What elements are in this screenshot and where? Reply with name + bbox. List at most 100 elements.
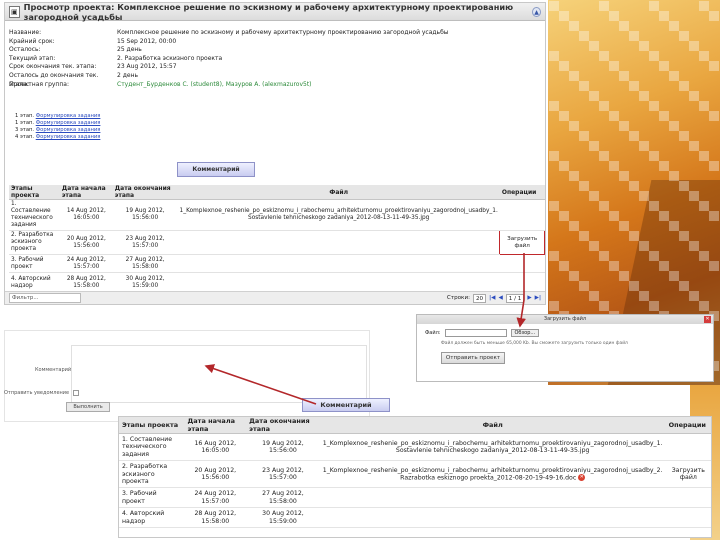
cell-start: 20 Aug 2012, 15:56:00	[184, 460, 247, 489]
stage-link[interactable]: Формулировка задания	[36, 134, 101, 140]
comment-button[interactable]: Комментарий	[177, 162, 255, 177]
comment-textarea[interactable]	[71, 345, 367, 403]
file-link[interactable]: 1_Komplexnoe_reshenie_po_eskiznomu_i_rab…	[323, 440, 663, 454]
cell-file[interactable]: 1_Komplexnoe_reshenie_po_eskiznomu_i_rab…	[319, 433, 666, 462]
close-icon[interactable]: ✕	[704, 316, 711, 323]
stage-link[interactable]: Формулировка задания	[36, 127, 101, 133]
mosaic-tile	[599, 1, 609, 11]
table-row[interactable]: 4. Авторский надзор 28 Aug 2012, 15:58:00…	[119, 507, 711, 529]
send-project-button[interactable]: Отправить проект	[441, 352, 505, 364]
filter-input[interactable]: Фильтр...	[9, 293, 81, 303]
table-row[interactable]: 3. Рабочий проект 24 Aug 2012, 15:57:00 27…	[9, 254, 545, 273]
table-row[interactable]: 2. Разработка эскизного проекта 20 Aug 20…	[119, 460, 711, 489]
table-row[interactable]: 1. Составление технического задания 14 Au…	[9, 199, 545, 231]
prev-page-icon[interactable]: ◀	[498, 295, 502, 301]
table-row[interactable]: 2. Разработка эскизного проекта 20 Aug 20…	[9, 230, 545, 255]
mosaic-tile	[609, 61, 619, 71]
mosaic-tile	[579, 281, 589, 291]
mosaic-tile	[699, 301, 709, 311]
col-file[interactable]: Файл	[319, 417, 666, 434]
table-row[interactable]: 4. Авторский надзор 28 Aug 2012, 15:58:00…	[9, 272, 545, 293]
stage-link[interactable]: Формулировка задания	[36, 120, 101, 126]
mosaic-tile	[659, 161, 669, 171]
first-page-icon[interactable]: |◀	[489, 295, 495, 301]
mosaic-tile	[549, 201, 559, 211]
upload-window: Загрузить файл ✕ Файл: Обзор... Файл дол…	[416, 314, 714, 382]
cell-stage: 2. Разработка эскизного проекта	[9, 230, 60, 255]
cell-ops[interactable]: Загрузить файл	[665, 460, 711, 489]
mosaic-tile	[709, 111, 719, 121]
last-page-icon[interactable]: ▶|	[535, 295, 541, 301]
mosaic-tile	[669, 121, 679, 131]
mosaic-tile	[599, 51, 609, 61]
window-titlebar: ▣ Просмотр проекта: Комплексное решение …	[5, 1, 545, 22]
mosaic-tile	[569, 221, 579, 231]
next-page-icon[interactable]: ▶	[527, 295, 531, 301]
pagination: Строки: 20 |◀ ◀ 1 / 1 ▶ ▶|	[447, 293, 545, 303]
cell-file[interactable]	[177, 272, 500, 293]
mosaic-tile	[709, 61, 719, 71]
mosaic-tile	[689, 291, 699, 301]
upload-file-link[interactable]: Загрузить файл	[499, 230, 545, 255]
delete-icon[interactable]: ✕	[578, 474, 586, 482]
mosaic-tile	[579, 81, 589, 91]
table-row[interactable]: 1. Составление технического задания 16 Au…	[119, 433, 711, 462]
mosaic-tile	[709, 161, 719, 171]
stage-item: 1 этап. Формулировка задания	[15, 113, 100, 120]
col-ops[interactable]: Операции	[499, 185, 545, 200]
stage-link[interactable]: Формулировка задания	[36, 113, 101, 119]
notify-checkbox[interactable]	[73, 390, 80, 396]
mosaic-tile	[549, 151, 559, 161]
cell-file[interactable]	[319, 487, 666, 509]
col-start[interactable]: Дата начала этапа	[184, 417, 247, 434]
cell-file[interactable]	[177, 254, 500, 273]
table-row[interactable]: 3. Рабочий проект 24 Aug 2012, 15:57:00 27…	[119, 487, 711, 509]
col-end[interactable]: Дата окончания этапа	[246, 417, 320, 434]
mosaic-tile	[689, 141, 699, 151]
mosaic-tile	[639, 241, 649, 251]
cell-file[interactable]: 1_Komplexnoe_reshenie_po_eskiznomu_i_rab…	[319, 460, 666, 489]
execute-button[interactable]: Выполнить	[66, 402, 110, 412]
mosaic-tile	[709, 261, 719, 271]
stage-num: 4 этап.	[15, 134, 35, 140]
cell-ops	[499, 272, 545, 293]
mosaic-tile	[679, 131, 689, 141]
page-indicator[interactable]: 1 / 1	[505, 293, 525, 303]
mosaic-tile	[629, 181, 639, 191]
browse-button[interactable]: Обзор...	[510, 329, 540, 337]
file-link[interactable]: 1_Komplexnoe_reshenie_po_eskiznomu_i_rab…	[323, 467, 663, 482]
mosaic-tile	[649, 151, 659, 161]
mosaic-tile	[549, 1, 559, 11]
cell-file[interactable]: 1_Komplexnoe_reshenie_po_eskiznomu_i_rab…	[177, 199, 500, 231]
mosaic-tile	[549, 101, 559, 111]
cell-file[interactable]	[177, 230, 500, 255]
col-ops[interactable]: Операции	[665, 417, 711, 434]
col-stage[interactable]: Этапы проекта	[9, 185, 60, 200]
cell-file[interactable]	[319, 507, 666, 529]
mosaic-tile	[649, 51, 659, 61]
mosaic-tile	[659, 211, 669, 221]
mosaic-tile	[569, 271, 579, 281]
col-file[interactable]: Файл	[177, 185, 500, 200]
cell-stage: 3. Рабочий проект	[9, 254, 60, 273]
mosaic-tile	[709, 211, 719, 221]
comment-button-zoomed[interactable]: Комментарий	[302, 398, 390, 412]
cell-stage: 1. Составление технического задания	[9, 199, 60, 231]
chevron-up-icon[interactable]: ▲	[532, 6, 541, 17]
mosaic-tile	[649, 101, 659, 111]
mosaic-tile	[679, 181, 689, 191]
col-stage[interactable]: Этапы проекта	[119, 417, 185, 434]
info-value: 2. Разработка эскизного проекта	[117, 54, 223, 62]
info-value: Студент_Бурденков С. (student8), Мазуров…	[117, 80, 312, 88]
mosaic-tile	[669, 271, 679, 281]
col-end[interactable]: Дата окончания этапа	[112, 185, 178, 200]
cell-ops	[499, 199, 545, 231]
window-title: Просмотр проекта: Комплексное решение по…	[23, 1, 514, 22]
file-input[interactable]	[444, 329, 507, 337]
info-key: Осталось до окончания тек. этапа:	[9, 71, 99, 88]
col-start[interactable]: Дата начала этапа	[59, 185, 113, 200]
mosaic-tile	[669, 21, 679, 31]
mosaic-tile	[589, 141, 599, 151]
pagesize-select[interactable]: 20	[472, 293, 487, 303]
stage-num: 3 этап.	[15, 127, 35, 133]
